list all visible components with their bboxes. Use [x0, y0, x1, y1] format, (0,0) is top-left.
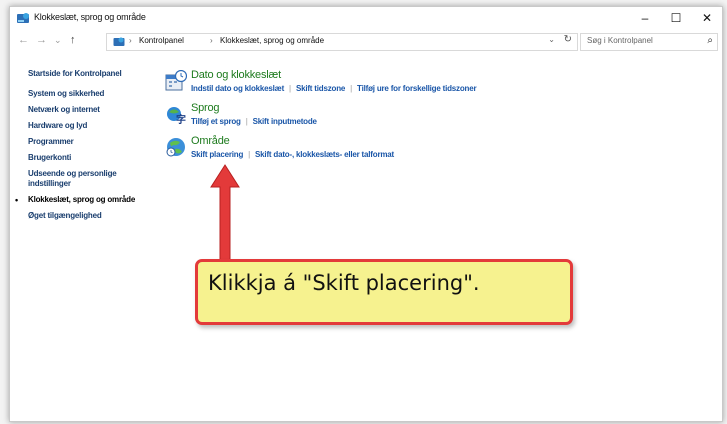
title-bar: Klokkeslæt, sprog og område – ☐ ✕ [10, 7, 722, 29]
recent-locations-dropdown[interactable]: ⌄ [54, 35, 62, 46]
instruction-callout: Klikkja á "Skift placering". [195, 259, 573, 325]
address-dropdown-icon[interactable]: ⌄ [548, 35, 555, 44]
sidebar-item-appearance[interactable]: Udseende og personlige [28, 169, 117, 178]
sidebar-item-system-security[interactable]: System og sikkerhed [28, 89, 104, 98]
breadcrumb-separator-icon: › [210, 36, 213, 45]
back-button[interactable]: ← [18, 34, 29, 46]
link-add-clocks[interactable]: Tilføj ure for forskellige tidszoner [357, 84, 477, 93]
svg-text:字: 字 [176, 113, 186, 125]
sidebar-item-network-internet[interactable]: Netværk og internet [28, 105, 100, 114]
refresh-icon[interactable]: ↻ [564, 34, 572, 45]
sidebar-item-hardware-sound[interactable]: Hardware og lyd [28, 121, 87, 130]
close-button[interactable]: ✕ [693, 9, 721, 27]
link-separator: | [289, 84, 291, 93]
sidebar-item-user-accounts[interactable]: Brugerkonti [28, 153, 71, 162]
language-icon: 字 [167, 107, 186, 125]
clock-calendar-icon [165, 70, 187, 91]
sidebar-item-home[interactable]: Startside for Kontrolpanel [28, 69, 122, 78]
sidebar-item-label: Klokkeslæt, sprog og område [28, 195, 136, 204]
search-box[interactable]: Søg i Kontrolpanel ⌕ [580, 33, 718, 51]
search-icon[interactable]: ⌕ [707, 35, 713, 46]
control-panel-window: Klokkeslæt, sprog og område – ☐ ✕ ← → ⌄ … [9, 6, 723, 422]
sidebar-item-appearance-cont[interactable]: indstillinger [28, 179, 71, 188]
link-set-date-time[interactable]: Indstil dato og klokkeslæt [191, 84, 284, 93]
category-title-region[interactable]: Område [191, 135, 230, 147]
control-panel-location-icon [113, 37, 125, 46]
link-separator: | [350, 84, 353, 93]
search-placeholder: Søg i Kontrolpanel [587, 36, 653, 45]
category-title-date-time[interactable]: Dato og klokkeslæt [191, 69, 281, 81]
link-change-input-method[interactable]: Skift inputmetode [253, 117, 317, 126]
breadcrumb-separator-icon: › [129, 36, 132, 45]
link-add-language[interactable]: Tilføj et sprog [191, 117, 241, 126]
globe-clock-icon [166, 138, 185, 157]
sidebar-item-accessibility[interactable]: Øget tilgængelighed [28, 211, 102, 220]
current-item-bullet-icon: • [15, 195, 18, 205]
maximize-button[interactable]: ☐ [662, 9, 690, 27]
annotation-arrow-icon [210, 164, 240, 262]
address-row: ← → ⌄ ↑ › Kontrolpanel › Klokkeslæt, spr… [10, 31, 722, 53]
breadcrumb-current[interactable]: Klokkeslæt, sprog og område [220, 36, 324, 45]
category-title-language[interactable]: Sprog [191, 102, 220, 114]
control-panel-icon [17, 13, 29, 23]
link-change-time-zone[interactable]: Skift tidszone [296, 84, 345, 93]
category-links: Skift placering | Skift dato-, klokkeslæts… [191, 150, 394, 159]
window-title: Klokkeslæt, sprog og område [34, 12, 146, 22]
address-bar[interactable]: › Kontrolpanel › Klokkeslæt, sprog og om… [106, 33, 578, 51]
link-change-formats[interactable]: Skift dato-, klokkeslæts- eller talforma… [255, 150, 394, 159]
category-links: Tilføj et sprog | Skift inputmetode [191, 117, 317, 126]
link-change-location[interactable]: Skift placering [191, 150, 243, 159]
minimize-button[interactable]: – [631, 9, 659, 27]
sidebar-item-programs[interactable]: Programmer [28, 137, 74, 146]
link-separator: | [245, 117, 248, 126]
up-button[interactable]: ↑ [70, 34, 76, 46]
breadcrumb-kontrolpanel[interactable]: Kontrolpanel [139, 36, 184, 45]
sidebar-item-clock-language-region[interactable]: • Klokkeslæt, sprog og område [15, 195, 136, 205]
callout-text: Klikkja á "Skift placering". [208, 271, 480, 295]
forward-button[interactable]: → [36, 34, 47, 46]
link-separator: | [248, 150, 251, 159]
category-links: Indstil dato og klokkeslæt | Skift tidszon… [191, 84, 477, 93]
